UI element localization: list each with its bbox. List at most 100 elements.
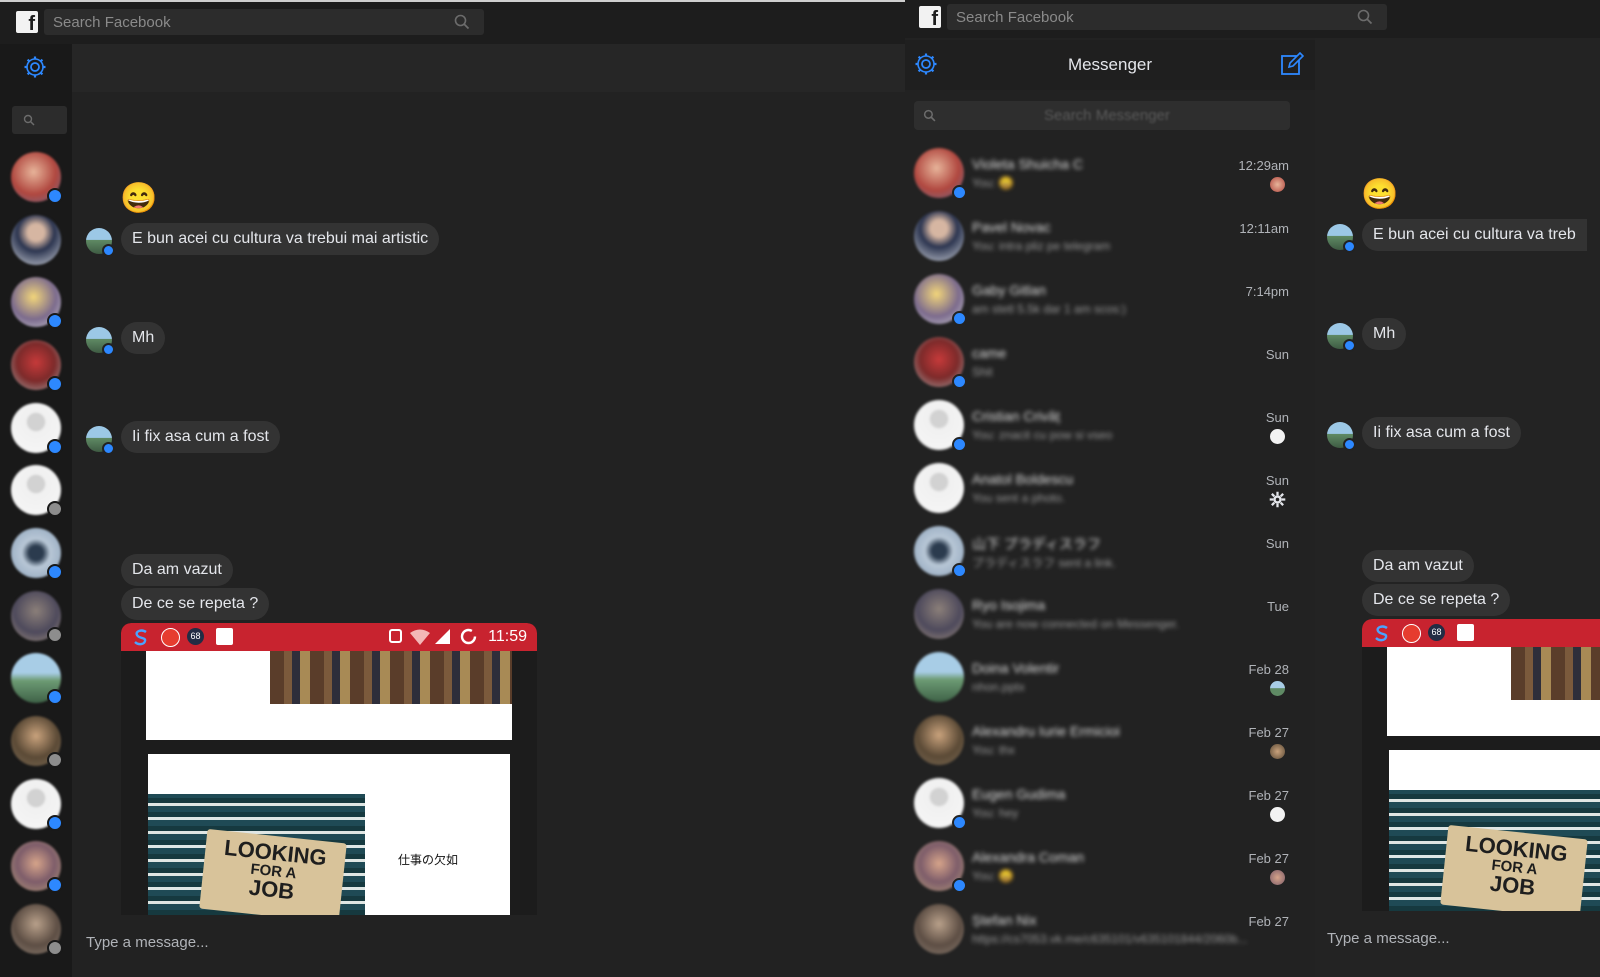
read-receipt-avatar	[1270, 681, 1285, 696]
notification-count-icon: 68	[187, 628, 204, 645]
messenger-search-input[interactable]: Search Messenger	[914, 101, 1290, 130]
thread-name: Pavel Novac	[972, 219, 1051, 235]
image-attachment[interactable]: 68 11:59 LOOKING FOR A JOB 仕事の欠如	[121, 623, 537, 915]
read-receipt-avatar	[1270, 177, 1285, 192]
message-bubble[interactable]: E bun acei cu cultura va trebui mai arti…	[121, 223, 440, 255]
facebook-badge-icon	[47, 627, 63, 643]
thread-time: Sun	[1265, 473, 1289, 488]
document-page	[1387, 647, 1600, 736]
looking-for-job-photo: LOOKING FOR A JOB	[148, 794, 365, 915]
avatar	[914, 715, 964, 765]
cardboard-sign: LOOKING FOR A JOB	[199, 828, 347, 915]
thread-row[interactable]: Doina Volentir nhon.pptx Feb 28	[905, 644, 1305, 707]
thread-time: Feb 28	[1248, 662, 1289, 677]
emoji-message: 😄	[120, 182, 158, 215]
notification-count-icon: 68	[1428, 624, 1445, 641]
message-bubble[interactable]: Ii fix asa cum a fost	[121, 421, 280, 453]
app-s-icon	[134, 629, 147, 646]
messenger-title: Messenger	[1067, 55, 1153, 74]
gear-icon	[1269, 491, 1286, 508]
search-placeholder: Search Facebook	[956, 9, 1074, 26]
sender-avatar	[1327, 323, 1356, 352]
thread-name: Eugen Gudima	[972, 786, 1066, 802]
thread-preview: nhon.pptx	[972, 680, 1025, 694]
phone-status-bar: 68	[1362, 619, 1600, 647]
messenger-badge-icon	[47, 313, 63, 329]
thread-row[interactable]: Eugen Gudima You: hey Feb 27	[905, 770, 1305, 833]
thread-time: Feb 27	[1248, 725, 1289, 740]
facebook-top-bar: f Search Facebook	[905, 0, 1600, 38]
message-composer-input[interactable]: Type a message...	[86, 934, 209, 951]
facebook-badge-icon	[47, 501, 63, 517]
thread-row[interactable]: Violeta Shuicha C You: 😀 12:29am	[905, 140, 1305, 203]
signal-icon	[435, 629, 450, 644]
message-composer-input[interactable]: Type a message...	[1327, 930, 1450, 947]
messenger-badge-icon	[102, 343, 115, 356]
facebook-badge-icon	[47, 940, 63, 956]
left-messenger-window: f Search Facebook 😄 E bun acei cu cultur…	[0, 0, 905, 977]
parliament-photo	[270, 651, 512, 704]
thread-name: Doina Volentir	[972, 660, 1060, 676]
message-bubble[interactable]: Mh	[1362, 318, 1407, 350]
message-bubble[interactable]: Ii fix asa cum a fost	[1362, 417, 1521, 449]
image-attachment[interactable]: 68 LOOKING FOR A JOB	[1362, 619, 1600, 911]
thread-row[interactable]: Alexandru Iurie Ermicioi You: thx Feb 27	[905, 707, 1305, 770]
message-bubble[interactable]: E bun acei cu cultura va treb	[1362, 219, 1587, 251]
thread-row[interactable]: Ryo Isojima You are now connected on Mes…	[905, 581, 1305, 644]
rail-search-input[interactable]	[12, 106, 67, 134]
thread-row[interactable]: Gaby Gitlan am stetl 5.5k dar 1 am scos:…	[905, 266, 1305, 329]
avatar	[914, 211, 964, 261]
search-placeholder: Search Facebook	[53, 14, 171, 31]
thread-row[interactable]: Cristian Crivăț You: znacit cu pow si vs…	[905, 392, 1305, 455]
thread-time: Feb 27	[1248, 851, 1289, 866]
facebook-logo-icon[interactable]: f	[919, 6, 941, 28]
message-bubble[interactable]: Da am vazut	[1362, 550, 1474, 582]
facebook-search-input[interactable]: Search Facebook	[947, 4, 1387, 30]
search-icon	[923, 109, 936, 122]
sender-avatar	[1327, 224, 1356, 253]
message-bubble[interactable]: Da am vazut	[121, 554, 233, 586]
sender-avatar	[86, 426, 115, 455]
message-bubble[interactable]: Mh	[121, 322, 166, 354]
thread-name: Ștefan Nix	[972, 912, 1037, 928]
vibrate-icon	[389, 629, 402, 643]
compose-message-icon[interactable]	[1280, 52, 1304, 76]
messenger-badge-icon	[952, 878, 967, 893]
thread-time: Sun	[1265, 410, 1289, 425]
thread-preview: You: intra pliz pe telegram	[972, 239, 1111, 253]
thread-preview: プラディスラフ sent a link.	[972, 556, 1116, 570]
phone-status-bar: 68 11:59	[121, 623, 537, 651]
thread-row[interactable]: Alexandra Coman You: 😀 Feb 27	[905, 833, 1305, 896]
thread-preview: You: hey	[972, 806, 1019, 820]
thread-row[interactable]: Pavel Novac You: intra pliz pe telegram …	[905, 203, 1305, 266]
thread-row[interactable]: came Shit Sun	[905, 329, 1305, 392]
document-page: LOOKING FOR A JOB 仕事の欠如	[148, 754, 510, 915]
thread-name: Alexandru Iurie Ermicioi	[972, 723, 1120, 739]
facebook-logo-icon[interactable]: f	[16, 11, 38, 33]
messenger-badge-icon	[47, 439, 63, 455]
read-receipt-avatar	[1270, 744, 1285, 759]
right-messenger-window: f Search Facebook Messenger Search Messe…	[905, 0, 1600, 977]
document-page: LOOKING FOR A JOB	[1389, 750, 1600, 911]
sender-avatar	[86, 327, 115, 356]
messenger-badge-icon	[102, 442, 115, 455]
conversation-rail	[0, 44, 72, 977]
status-clock: 11:59	[488, 628, 527, 645]
search-icon	[454, 14, 470, 30]
message-bubble[interactable]: De ce se repeta ?	[1362, 584, 1511, 616]
conversation-panel: 😄 E bun acei cu cultura va treb Mh Ii fi…	[1315, 38, 1600, 977]
thread-row[interactable]: Anatol Boldescu You sent a photo. Sun	[905, 455, 1305, 518]
messenger-badge-icon	[47, 376, 63, 392]
settings-gear-icon[interactable]	[23, 55, 47, 79]
thread-row[interactable]: 山下 プラディスラフ プラディスラフ sent a link. Sun	[905, 518, 1305, 581]
facebook-search-input[interactable]: Search Facebook	[44, 9, 484, 35]
thread-preview: https://cs7053.vk.me/c635101/v635101844/…	[972, 932, 1248, 946]
thread-name: came	[972, 345, 1007, 361]
thread-preview: You: thx	[972, 743, 1015, 757]
thread-preview: You: 😀	[972, 176, 1014, 190]
flash-app-icon	[1402, 624, 1421, 643]
thread-row[interactable]: Ștefan Nix https://cs7053.vk.me/c635101/…	[905, 896, 1305, 959]
message-bubble[interactable]: De ce se repeta ?	[121, 588, 270, 620]
avatar	[914, 463, 964, 513]
avatar[interactable]	[11, 215, 61, 265]
